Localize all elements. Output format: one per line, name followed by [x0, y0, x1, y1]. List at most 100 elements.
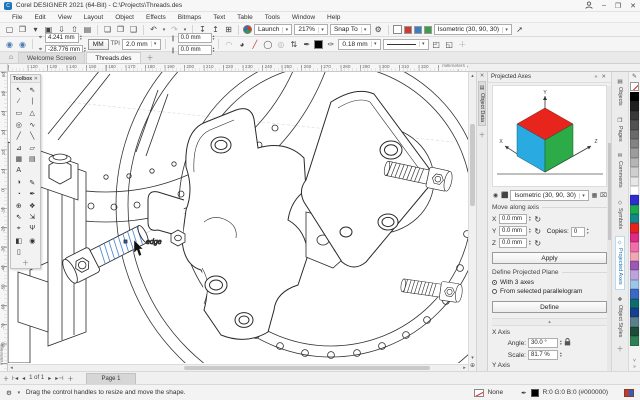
- palette-swatch[interactable]: [630, 130, 639, 139]
- palette-swatch[interactable]: [630, 233, 639, 242]
- axis-distance-field[interactable]: 0.0 mm: [499, 238, 527, 248]
- toolbox-tool[interactable]: ⊿: [12, 142, 26, 154]
- palette-swatch[interactable]: [630, 336, 639, 345]
- start-arrowhead-icon[interactable]: ◰: [431, 39, 442, 50]
- menu-item[interactable]: View: [52, 14, 78, 21]
- zoom-magnifier-icon[interactable]: ⊕: [470, 362, 475, 371]
- toolbox-tool[interactable]: ∿: [26, 119, 40, 131]
- toolbox-tool[interactable]: ⊕: [12, 200, 26, 212]
- status-gear-icon[interactable]: ⚙: [6, 389, 12, 397]
- units-mm-button[interactable]: MM: [88, 39, 109, 50]
- open-icon[interactable]: ❒: [17, 24, 28, 35]
- application-launcher-icon[interactable]: [243, 25, 252, 34]
- canvas-h-scrollbar[interactable]: ◂ ▸: [8, 364, 468, 371]
- wrap-icon[interactable]: ◠: [223, 39, 234, 50]
- projection-blue-cube-icon[interactable]: [414, 26, 422, 34]
- palette-swatch[interactable]: [630, 214, 639, 223]
- launch-dropdown[interactable]: Launch▾: [254, 24, 292, 35]
- ellipse-icon[interactable]: ◯: [262, 39, 273, 50]
- toolbox-tool[interactable]: ╲: [26, 130, 40, 142]
- toolbox-tool[interactable]: ⌖: [12, 223, 26, 235]
- menu-item[interactable]: Bitmaps: [172, 14, 207, 21]
- horizontal-ruler[interactable]: 1201301401501601701801902002102202302402…: [8, 64, 468, 72]
- x-spinner[interactable]: ▴▾: [80, 35, 82, 41]
- page-tab[interactable]: Page 1: [86, 373, 135, 384]
- visibility-eye-icon[interactable]: ◉: [492, 190, 499, 201]
- paste-icon[interactable]: ❑: [128, 24, 139, 35]
- axes-preset-combo[interactable]: Isometric (30, 90, 30)▾: [510, 190, 589, 201]
- restore-button[interactable]: ❐: [615, 2, 621, 10]
- toolbox-tool[interactable]: ⇖: [26, 84, 40, 96]
- vertical-ruler[interactable]: 6050403020100-10-20-30-40-50-60-70-80 mi…: [0, 72, 8, 371]
- home-tab-icon[interactable]: ⌂: [4, 52, 18, 63]
- copy-icon[interactable]: ❐: [115, 24, 126, 35]
- copies-field[interactable]: 0: [571, 227, 585, 237]
- axis-distance-field[interactable]: 0.0 mm: [499, 226, 527, 236]
- document-tab[interactable]: Welcome Screen: [18, 52, 85, 63]
- add-docker-button[interactable]: ＋: [479, 129, 486, 139]
- offset2-field[interactable]: 0.0 mm: [178, 45, 212, 55]
- axis-spinner[interactable]: ▴▾: [529, 228, 531, 234]
- docker-scrollbar[interactable]: [607, 86, 611, 371]
- toolbox-tool[interactable]: ▱: [26, 142, 40, 154]
- projection-green-cube-icon[interactable]: [424, 26, 432, 34]
- palette-swatch[interactable]: [630, 167, 639, 176]
- outline-pen-icon[interactable]: ✒: [301, 39, 312, 50]
- palette-expand-icon[interactable]: »: [633, 364, 636, 370]
- toolbox-add-button[interactable]: ＋: [11, 259, 40, 268]
- prev-page-icon[interactable]: ◂: [22, 375, 25, 382]
- define-button[interactable]: Define: [492, 301, 607, 313]
- palette-swatch[interactable]: [630, 111, 639, 120]
- toolbox-tool[interactable]: [26, 246, 40, 258]
- angle-spinner[interactable]: ▴▾: [560, 340, 562, 346]
- next-page-icon[interactable]: ▸: [48, 375, 51, 382]
- palette-swatch[interactable]: [630, 242, 639, 251]
- apply-button[interactable]: Apply: [492, 252, 607, 264]
- docker-tab[interactable]: ❖ Object Styles: [615, 292, 625, 342]
- palette-swatch[interactable]: [630, 317, 639, 326]
- undo-dropdown-icon[interactable]: ▾: [161, 27, 167, 33]
- document-tab[interactable]: Threads.des: [86, 52, 140, 63]
- palette-swatch[interactable]: [630, 92, 639, 101]
- close-button[interactable]: ✕: [630, 2, 636, 10]
- cut-icon[interactable]: ❏: [102, 24, 113, 35]
- eyedropper-icon[interactable]: ✎: [632, 73, 637, 82]
- toolbox-tool[interactable]: ╱: [12, 130, 26, 142]
- x-scale-field[interactable]: 81.7 %: [528, 350, 558, 360]
- menu-item[interactable]: Object: [109, 14, 140, 21]
- end-arrowhead-icon[interactable]: ◱: [444, 39, 455, 50]
- docker-close-button[interactable]: ✕: [599, 74, 608, 80]
- lock-icon[interactable]: [564, 338, 571, 348]
- ruler-origin-corner[interactable]: [0, 64, 8, 72]
- docker-tab[interactable]: ▤ Objects: [615, 74, 625, 111]
- last-page-icon[interactable]: ▸⊣: [55, 375, 63, 382]
- no-color-swatch[interactable]: [630, 82, 639, 91]
- menu-item[interactable]: Help: [321, 14, 346, 21]
- toolbox-tool[interactable]: ❖: [26, 200, 40, 212]
- axis-distance-field[interactable]: 0.0 mm: [499, 214, 527, 224]
- add-docker-tab-button[interactable]: ＋: [617, 344, 624, 354]
- no-outline-icon[interactable]: ╱: [249, 39, 260, 50]
- rotate-axis-icon[interactable]: ↻: [533, 215, 543, 224]
- page-color-swatch[interactable]: [393, 25, 402, 34]
- toolbox-tool[interactable]: ∕: [12, 96, 26, 108]
- scale-spinner[interactable]: ▴▾: [560, 352, 562, 358]
- toolbox-tool[interactable]: ✒: [26, 188, 40, 200]
- docker-tab[interactable]: ✉ Comments: [615, 148, 625, 193]
- snap-to-dropdown[interactable]: Snap To▾: [330, 24, 371, 35]
- toolbox-tool[interactable]: ∣: [26, 96, 40, 108]
- toolbox-tool[interactable]: ▤: [26, 154, 40, 166]
- palette-swatch[interactable]: [630, 148, 639, 157]
- toolbox-tool[interactable]: A: [12, 165, 26, 177]
- pen-settings-icon[interactable]: ✑: [325, 39, 336, 50]
- fill-status-icon[interactable]: [474, 389, 484, 397]
- palette-swatch[interactable]: [630, 139, 639, 148]
- run-macro-icon[interactable]: ➚: [514, 24, 525, 35]
- docker-tab[interactable]: ❐ Pages: [615, 113, 625, 147]
- ellipse2-icon[interactable]: ◎: [275, 39, 286, 50]
- toolbox-close-icon[interactable]: ✕: [34, 76, 38, 82]
- search-content-icon[interactable]: ⊞: [223, 24, 234, 35]
- line-style-combo[interactable]: ▾: [383, 39, 429, 50]
- palette-swatch[interactable]: [630, 177, 639, 186]
- menu-item[interactable]: Layout: [78, 14, 110, 21]
